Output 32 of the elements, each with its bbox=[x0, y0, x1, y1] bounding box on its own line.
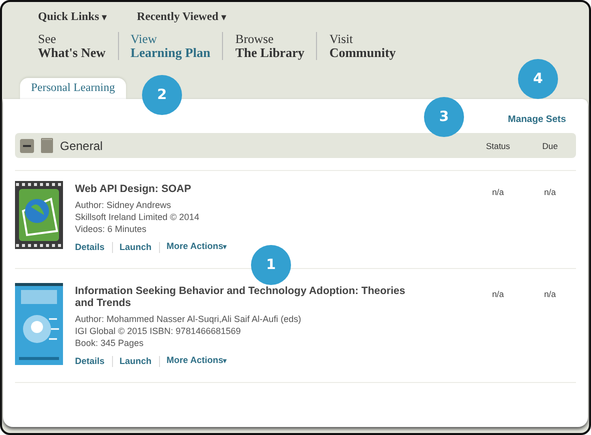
callout-marker: 2 bbox=[142, 75, 182, 115]
menu-dropdown[interactable]: Quick Links ▾ bbox=[38, 11, 107, 23]
item-detail: Book: 345 Pages bbox=[75, 337, 145, 349]
callout-marker: 4 bbox=[518, 59, 558, 99]
nav-link[interactable]: Visit Community bbox=[316, 32, 408, 60]
action-link[interactable]: Details bbox=[75, 355, 105, 367]
status-cell-text: n/a bbox=[491, 186, 505, 199]
item-detail: Author: Mohammed Nasser Al-Suqri,Ali Saif Al-Aufi (eds) bbox=[75, 313, 302, 325]
nav-link[interactable]: Browse The Library bbox=[222, 32, 316, 60]
due-cell-text: n/a bbox=[543, 186, 557, 199]
item-title[interactable]: Information Seeking Behavior and Technology Adoption: Theories and Trends bbox=[75, 285, 420, 309]
item-detail: Author: Sidney Andrews bbox=[75, 199, 172, 211]
column-header: Due bbox=[541, 140, 559, 150]
video-thumbnail-drawing bbox=[15, 181, 63, 249]
action-link[interactable]: Launch bbox=[120, 241, 152, 253]
tab[interactable]: Personal Learning bbox=[20, 78, 126, 99]
item-detail: IGI Global © 2015 ISBN: 9781466681569 bbox=[75, 325, 242, 337]
nav-link[interactable]: View Learning Plan bbox=[118, 32, 222, 60]
manage-sets-link[interactable]: Manage Sets bbox=[508, 114, 566, 128]
item-detail: Videos: 6 Minutes bbox=[75, 223, 148, 235]
status-cell-text: n/a bbox=[491, 288, 505, 301]
menu-dropdown[interactable]: Recently Viewed ▾ bbox=[136, 11, 226, 23]
column-header: Status bbox=[484, 140, 512, 150]
action-link[interactable]: Details bbox=[75, 241, 105, 253]
item-detail: Skillsoft Ireland Limited © 2014 bbox=[75, 211, 200, 223]
nav-link[interactable]: See What's New bbox=[38, 32, 118, 60]
collapse-toggle-icon[interactable] bbox=[20, 138, 34, 152]
group-title: General bbox=[60, 138, 103, 152]
action-link[interactable]: Launch bbox=[120, 355, 152, 367]
item-title[interactable]: Web API Design: SOAP bbox=[75, 183, 420, 195]
due-cell-text: n/a bbox=[543, 288, 557, 301]
notebook-icon bbox=[41, 138, 53, 153]
